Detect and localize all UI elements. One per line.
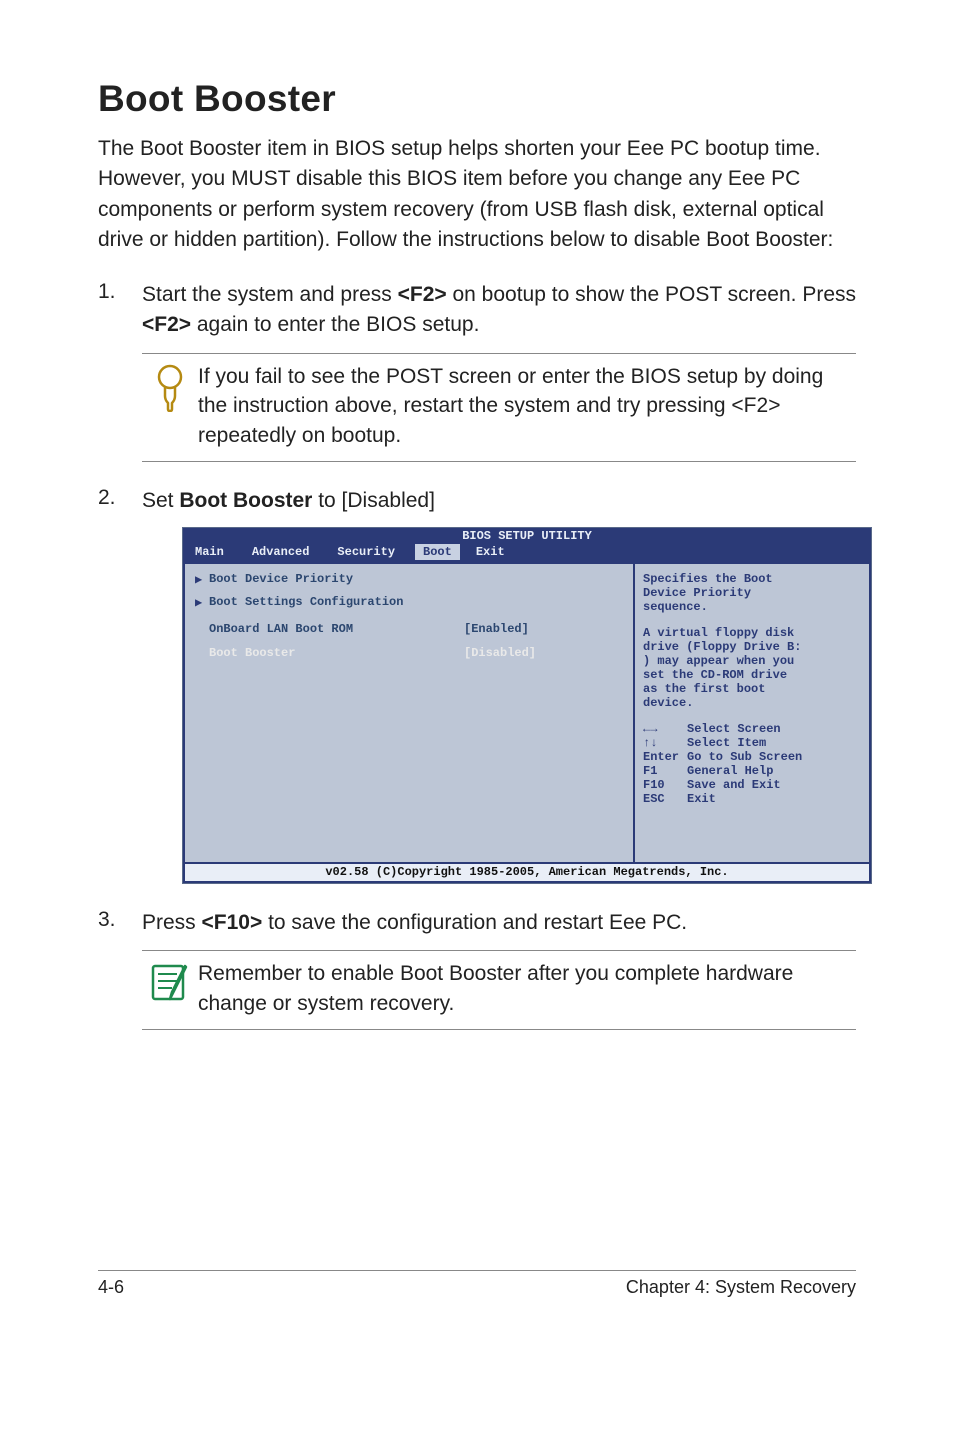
bios-hotkey-label: General Help: [687, 764, 773, 778]
bios-hotkey: F10: [643, 778, 687, 792]
bios-tabs: Main Advanced Security Boot Exit: [183, 544, 871, 562]
bios-hotkey-label: Go to Sub Screen: [687, 750, 802, 764]
bios-item-boot-booster: Boot Booster: [209, 646, 464, 660]
step-1-number: 1.: [98, 280, 142, 341]
bios-tab-boot: Boot: [415, 544, 460, 560]
bios-hotkey: ↑↓: [643, 736, 687, 750]
step-2: 2. Set Boot Booster to [Disabled]: [98, 486, 856, 516]
page-title: Boot Booster: [98, 78, 856, 120]
step-2-number: 2.: [98, 486, 142, 516]
step-1-text-b: on bootup to show the POST screen. Press: [447, 283, 856, 306]
bios-item-boot-settings-config: Boot Settings Configuration: [209, 595, 464, 610]
bios-hotkey-label: Save and Exit: [687, 778, 781, 792]
page-number: 4-6: [98, 1277, 124, 1298]
bios-help-line: as the first boot: [643, 682, 861, 696]
bios-item-onboard-lan-boot-rom: OnBoard LAN Boot ROM: [209, 622, 464, 636]
bios-help-line: set the CD-ROM drive: [643, 668, 861, 682]
bios-right-pane: Specifies the Boot Device Priority seque…: [634, 562, 871, 864]
step-1-key-a: <F2>: [398, 283, 447, 306]
bios-item-boot-device-priority: Boot Device Priority: [209, 572, 464, 587]
note-enable-boot-booster-text: Remember to enable Boot Booster after yo…: [198, 959, 856, 1019]
bios-tab-main: Main: [187, 544, 236, 560]
step-1-key-b: <F2>: [142, 313, 191, 336]
step-2-text-a: Set: [142, 489, 179, 512]
step-3-number: 3.: [98, 908, 142, 938]
bios-hotkey-label: Select Screen: [687, 722, 781, 736]
bios-left-pane: ▶ Boot Device Priority ▶ Boot Settings C…: [183, 562, 634, 864]
step-1-text-c: again to enter the BIOS setup.: [191, 313, 479, 336]
bios-help-line: A virtual floppy disk: [643, 626, 861, 640]
bios-help-line: Specifies the Boot: [643, 572, 861, 586]
bios-hotkey-label: Select Item: [687, 736, 766, 750]
bios-screenshot: BIOS SETUP UTILITY Main Advanced Securit…: [182, 527, 872, 884]
chapter-label: Chapter 4: System Recovery: [626, 1277, 856, 1298]
bios-hotkey-label: Exit: [687, 792, 716, 806]
bios-hotkey: Enter: [643, 750, 687, 764]
bios-help-line: device.: [643, 696, 861, 710]
step-2-bold: Boot Booster: [179, 489, 312, 512]
lightbulb-icon: [142, 362, 198, 412]
bios-window-title: BIOS SETUP UTILITY: [183, 528, 871, 544]
triangle-right-icon: ▶: [195, 572, 209, 587]
step-1-body: Start the system and press <F2> on bootu…: [142, 280, 856, 341]
bios-footer: v02.58 (C)Copyright 1985-2005, American …: [183, 864, 871, 883]
note-post-tip: If you fail to see the POST screen or en…: [142, 353, 856, 462]
bios-hotkey: ←→: [643, 722, 687, 736]
step-2-text-b: to [Disabled]: [312, 489, 435, 512]
bios-tab-exit: Exit: [468, 544, 517, 560]
step-3-text-a: Press: [142, 911, 202, 934]
step-3-key-a: <F10>: [202, 911, 263, 934]
intro-paragraph: The Boot Booster item in BIOS setup help…: [98, 134, 856, 256]
bios-help-line: drive (Floppy Drive B:: [643, 640, 861, 654]
step-1: 1. Start the system and press <F2> on bo…: [98, 280, 856, 341]
bios-help-line: Device Priority: [643, 586, 861, 600]
bios-tab-security: Security: [329, 544, 407, 560]
bios-value-boot-booster: [Disabled]: [464, 646, 536, 660]
step-2-body: Set Boot Booster to [Disabled]: [142, 486, 856, 516]
step-3-body: Press <F10> to save the configuration an…: [142, 908, 856, 938]
bios-hotkey: ESC: [643, 792, 687, 806]
bios-help-line: sequence.: [643, 600, 861, 614]
step-1-text-a: Start the system and press: [142, 283, 398, 306]
bios-tab-advanced: Advanced: [244, 544, 322, 560]
page-footer: 4-6 Chapter 4: System Recovery: [98, 1270, 856, 1298]
step-3-text-b: to save the configuration and restart Ee…: [262, 911, 687, 934]
bios-value-onboard-lan-boot-rom: [Enabled]: [464, 622, 529, 636]
note-post-tip-text: If you fail to see the POST screen or en…: [198, 362, 856, 451]
bios-help-line: ) may appear when you: [643, 654, 861, 668]
note-enable-boot-booster: Remember to enable Boot Booster after yo…: [142, 950, 856, 1030]
bios-hotkey: F1: [643, 764, 687, 778]
step-3: 3. Press <F10> to save the configuration…: [98, 908, 856, 938]
notepad-pencil-icon: [142, 959, 198, 1003]
triangle-right-icon: ▶: [195, 595, 209, 610]
